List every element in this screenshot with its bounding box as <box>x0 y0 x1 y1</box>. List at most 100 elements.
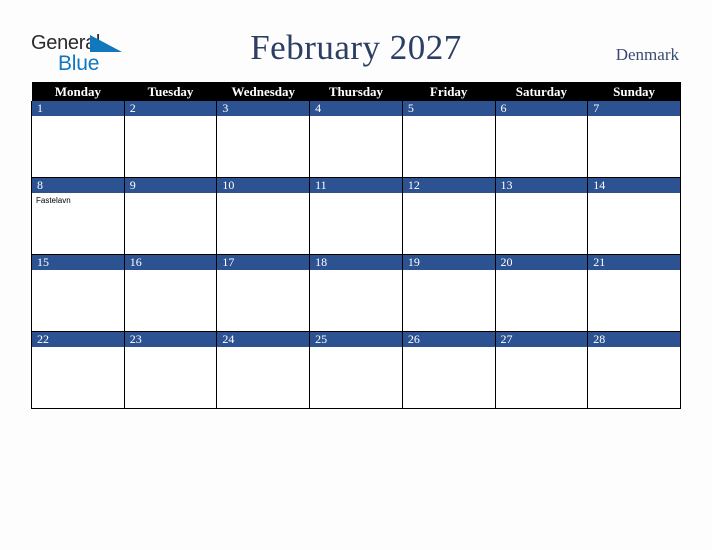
day-events <box>310 270 402 273</box>
day-number: 5 <box>402 101 495 116</box>
calendar-day-cell[interactable]: 4 <box>309 101 403 178</box>
day-number: 2 <box>124 101 217 116</box>
calendar-week-row: 1234567 <box>31 101 681 178</box>
day-events <box>588 270 680 273</box>
calendar-day-cell[interactable]: 8 Fastelavn <box>31 177 125 255</box>
day-events <box>588 116 680 119</box>
day-number: 19 <box>402 255 495 270</box>
day-number: 21 <box>588 255 680 270</box>
day-number: 4 <box>310 101 402 116</box>
day-events <box>310 193 402 196</box>
day-events <box>310 116 402 119</box>
weekday-header-monday: Monday <box>31 82 125 101</box>
day-number: 10 <box>217 178 310 193</box>
day-number: 25 <box>310 332 402 347</box>
calendar-day-cell[interactable]: 24 <box>216 331 311 409</box>
country-label: Denmark <box>615 45 679 64</box>
calendar-day-cell[interactable]: 10 <box>216 177 311 255</box>
calendar-day-cell[interactable]: 9 <box>123 177 218 255</box>
day-number: 28 <box>588 332 680 347</box>
day-number: 27 <box>495 332 588 347</box>
calendar-day-cell[interactable]: 28 <box>587 331 681 409</box>
weekday-header-friday: Friday <box>402 82 496 101</box>
day-number: 14 <box>588 178 680 193</box>
calendar-day-cell[interactable]: 27 <box>494 331 589 409</box>
calendar-day-cell[interactable]: 2 <box>123 101 218 178</box>
weekday-header-wednesday: Wednesday <box>216 82 310 101</box>
day-number: 9 <box>124 178 217 193</box>
calendar-day-cell[interactable]: 20 <box>494 254 589 332</box>
calendar-body: 1 2 3 4 5 6 7 8 Fastelavn 9 10 11 12 13 14 15 16 17 18 19 20… <box>31 101 681 409</box>
day-number: 17 <box>217 255 310 270</box>
day-events <box>496 193 588 196</box>
day-events <box>217 347 309 350</box>
calendar-day-cell[interactable]: 6 <box>494 101 589 178</box>
day-number: 11 <box>310 178 402 193</box>
day-number: 22 <box>32 332 124 347</box>
calendar-day-cell[interactable]: 19 <box>401 254 496 332</box>
calendar-day-cell[interactable]: 21 <box>587 254 681 332</box>
day-events <box>403 116 495 119</box>
page-title: February 2027 <box>250 28 462 67</box>
calendar-page: General Blue February 2027 Denmark Monda… <box>0 0 712 550</box>
calendar-day-cell[interactable]: 7 <box>587 101 681 178</box>
calendar-day-cell[interactable]: 25 <box>309 331 403 409</box>
weekday-header-tuesday: Tuesday <box>124 82 217 101</box>
day-events <box>496 116 588 119</box>
day-number: 6 <box>495 101 588 116</box>
day-number: 16 <box>124 255 217 270</box>
weekday-header-saturday: Saturday <box>495 82 588 101</box>
calendar-day-cell[interactable]: 11 <box>309 177 403 255</box>
weekday-header-sunday: Sunday <box>587 82 681 101</box>
calendar-day-cell[interactable]: 1 <box>31 101 125 178</box>
day-events <box>125 193 217 196</box>
calendar-header-row: Monday Tuesday Wednesday Thursday Friday… <box>31 82 681 101</box>
day-events: Fastelavn <box>32 193 124 206</box>
day-events <box>403 270 495 273</box>
day-events <box>32 116 124 119</box>
day-events <box>125 116 217 119</box>
weekday-header-thursday: Thursday <box>309 82 403 101</box>
calendar-week-row: 8 Fastelavn 9 10 11 12 13 14 <box>31 177 681 255</box>
day-events <box>588 347 680 350</box>
calendar-day-cell[interactable]: 17 <box>216 254 311 332</box>
day-events <box>496 270 588 273</box>
day-events <box>403 347 495 350</box>
day-events <box>217 270 309 273</box>
day-number: 15 <box>32 255 124 270</box>
calendar-day-cell[interactable]: 14 <box>587 177 681 255</box>
calendar-day-cell[interactable]: 15 <box>31 254 125 332</box>
calendar-day-cell[interactable]: 23 <box>123 331 218 409</box>
calendar-day-cell[interactable]: 3 <box>216 101 311 178</box>
page-header: General Blue February 2027 Denmark <box>0 0 712 80</box>
day-number: 20 <box>495 255 588 270</box>
day-number: 13 <box>495 178 588 193</box>
calendar-day-cell[interactable]: 12 <box>401 177 496 255</box>
day-number: 7 <box>588 101 680 116</box>
calendar-grid: Monday Tuesday Wednesday Thursday Friday… <box>31 82 681 409</box>
calendar-day-cell[interactable]: 18 <box>309 254 403 332</box>
day-events <box>403 193 495 196</box>
day-number: 8 <box>32 178 124 193</box>
calendar-day-cell[interactable]: 5 <box>401 101 496 178</box>
holiday-label: Fastelavn <box>36 196 71 205</box>
calendar-week-row: 15 16 17 18 19 20 21 <box>31 254 681 332</box>
calendar-day-cell[interactable]: 26 <box>401 331 496 409</box>
day-events <box>32 270 124 273</box>
day-events <box>217 116 309 119</box>
day-number: 3 <box>217 101 310 116</box>
calendar-week-row: 22 23 24 25 26 27 28 <box>31 331 681 409</box>
calendar-day-cell[interactable]: 16 <box>123 254 218 332</box>
day-events <box>125 270 217 273</box>
day-events <box>588 193 680 196</box>
day-number: 12 <box>402 178 495 193</box>
day-number: 23 <box>124 332 217 347</box>
day-events <box>217 193 309 196</box>
day-events <box>125 347 217 350</box>
day-number: 1 <box>32 101 124 116</box>
day-number: 18 <box>310 255 402 270</box>
day-number: 24 <box>217 332 310 347</box>
calendar-day-cell[interactable]: 13 <box>494 177 589 255</box>
calendar-day-cell[interactable]: 22 <box>31 331 125 409</box>
day-number: 26 <box>402 332 495 347</box>
